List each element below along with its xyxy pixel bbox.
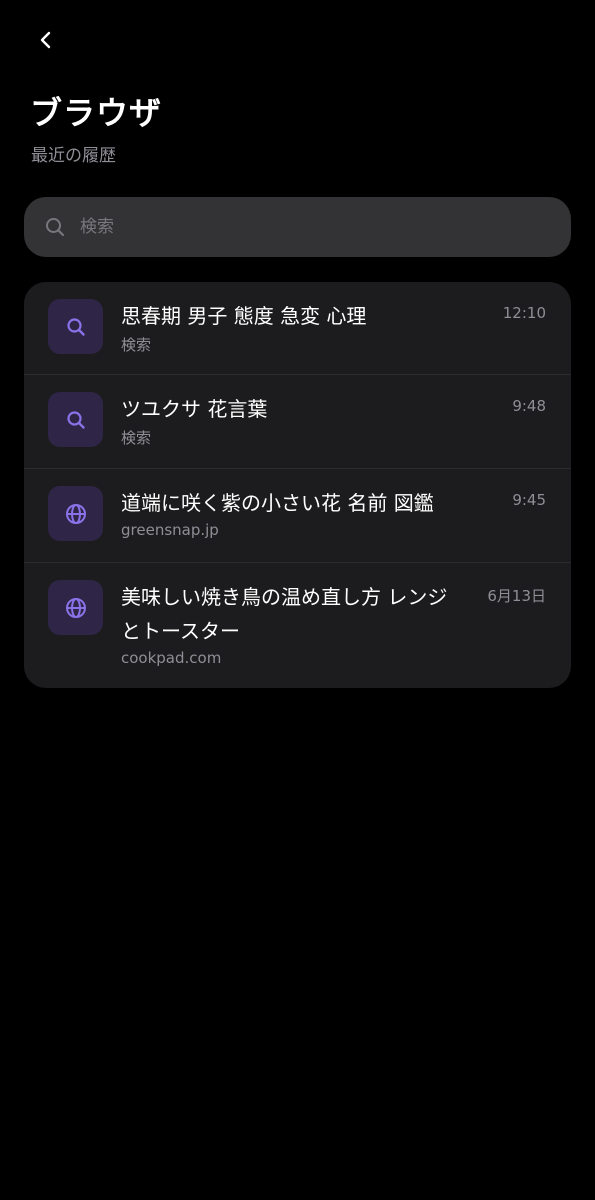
search-input[interactable] [78, 206, 522, 248]
item-icon-tile [48, 486, 103, 541]
page-subtitle: 最近の履歴 [31, 146, 116, 166]
chevron-left-icon [40, 31, 51, 49]
item-subtitle: cookpad.com [121, 649, 222, 667]
item-icon-tile [48, 580, 103, 635]
item-subtitle: 検索 [121, 429, 152, 447]
item-icon-tile [48, 392, 103, 447]
item-subtitle: greensnap.jp [121, 521, 219, 539]
search-bar[interactable] [24, 197, 571, 257]
globe-icon [65, 503, 86, 524]
globe-icon [65, 597, 86, 618]
history-item[interactable]: 思春期 男子 態度 急変 心理 検索 12:10 [24, 282, 571, 375]
item-timestamp: 6月13日 [487, 587, 546, 605]
item-title: ツユクサ 花言葉 [121, 397, 268, 421]
search-icon [66, 317, 85, 336]
item-timestamp: 9:45 [512, 491, 546, 509]
search-icon [66, 410, 85, 429]
item-title: 美味しい焼き鳥の温め直し方 レンジとトースター [121, 585, 448, 643]
history-item[interactable]: 道端に咲く紫の小さい花 名前 図鑑 greensnap.jp 9:45 [24, 469, 571, 563]
item-icon-tile [48, 299, 103, 354]
page-title: ブラウザ [30, 94, 163, 132]
item-title: 道端に咲く紫の小さい花 名前 図鑑 [121, 491, 434, 515]
item-title: 思春期 男子 態度 急変 心理 [121, 304, 367, 328]
search-icon [46, 218, 65, 237]
item-timestamp: 12:10 [502, 304, 546, 322]
back-button[interactable] [28, 22, 64, 58]
item-timestamp: 9:48 [512, 397, 546, 415]
history-item[interactable]: 美味しい焼き鳥の温め直し方 レンジとトースター cookpad.com 6月13… [24, 563, 571, 688]
item-subtitle: 検索 [121, 336, 152, 354]
history-item[interactable]: ツユクサ 花言葉 検索 9:48 [24, 375, 571, 469]
history-list: 思春期 男子 態度 急変 心理 検索 12:10 ツユクサ 花言葉 検索 9:4… [24, 282, 571, 688]
